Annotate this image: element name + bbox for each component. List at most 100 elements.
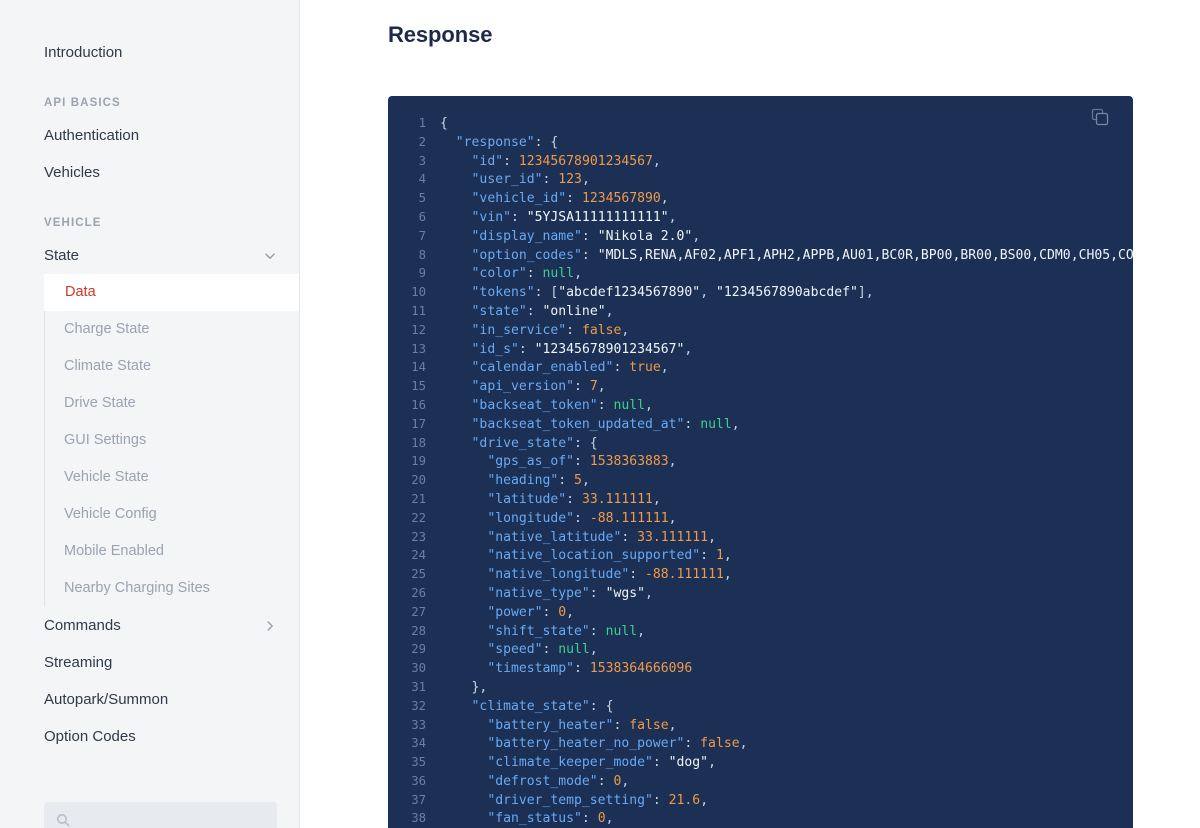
- line-number: 34: [411, 736, 426, 751]
- line-number: 30: [411, 661, 426, 676]
- code-lines[interactable]: 1{2 "response": {3 "id": 123456789012345…: [388, 114, 1133, 828]
- code-line: 8 "option_codes": "MDLS,RENA,AF02,APF1,A…: [388, 246, 1133, 265]
- code-line: 11 "state": "online",: [388, 302, 1133, 321]
- copy-icon[interactable]: [1091, 108, 1113, 130]
- line-content: {: [440, 116, 448, 131]
- line-number: 38: [411, 811, 426, 826]
- code-line: 27 "power": 0,: [388, 603, 1133, 622]
- line-number: 3: [418, 153, 426, 168]
- chevron-right-icon[interactable]: [263, 619, 277, 633]
- line-content: "option_codes": "MDLS,RENA,AF02,APF1,APH…: [471, 247, 1133, 263]
- line-content: "latitude": 33.111111,: [487, 491, 661, 507]
- sidebar-item-introduction[interactable]: Introduction: [0, 34, 299, 71]
- line-number: 15: [411, 379, 426, 394]
- line-content: "api_version": 7,: [471, 379, 606, 395]
- line-number: 7: [418, 228, 426, 243]
- line-content: "native_location_supported": 1,: [487, 548, 732, 564]
- line-content: "shift_state": null,: [487, 623, 646, 639]
- sidebar-item-label: Autopark/Summon: [44, 691, 169, 708]
- line-content: "tokens": ["abcdef1234567890", "12345678…: [471, 285, 874, 301]
- sidebar-item-label: Option Codes: [44, 728, 136, 745]
- response-code-block: 1{2 "response": {3 "id": 123456789012345…: [388, 96, 1133, 828]
- chevron-down-icon[interactable]: [263, 249, 277, 263]
- line-number: 12: [411, 322, 426, 337]
- sidebar-subitem-gui-settings[interactable]: GUI Settings: [45, 422, 299, 459]
- code-line: 23 "native_latitude": 33.111111,: [388, 528, 1133, 547]
- line-content: "native_longitude": -88.111111,: [487, 567, 732, 583]
- code-line: 34 "battery_heater_no_power": false,: [388, 734, 1133, 753]
- search-icon: [56, 813, 70, 828]
- code-line: 15 "api_version": 7,: [388, 377, 1133, 396]
- sidebar-subitem-climate-state[interactable]: Climate State: [45, 348, 299, 385]
- line-content: "drive_state": {: [471, 435, 598, 451]
- code-line: 12 "in_service": false,: [388, 321, 1133, 340]
- code-line: 25 "native_longitude": -88.111111,: [388, 565, 1133, 584]
- line-content: "defrost_mode": 0,: [487, 773, 630, 789]
- sidebar-subitem-charge-state[interactable]: Charge State: [45, 311, 299, 348]
- code-line: 14 "calendar_enabled": true,: [388, 358, 1133, 377]
- sidebar-item-authentication[interactable]: Authentication: [0, 117, 299, 154]
- line-number: 10: [411, 285, 426, 300]
- line-content: "fan_status": 0,: [487, 811, 614, 827]
- page-title: Response: [388, 22, 493, 47]
- sidebar-subitem-vehicle-state[interactable]: Vehicle State: [45, 459, 299, 496]
- line-number: 8: [418, 247, 426, 262]
- sidebar-item-label: State: [44, 247, 80, 264]
- line-content: },: [440, 679, 488, 695]
- line-content: "longitude": -88.111111,: [487, 510, 677, 526]
- main-content: Response 1{2 "response": {3 "id": 123456…: [300, 0, 1200, 828]
- code-line: 32 "climate_state": {: [388, 697, 1133, 716]
- code-line: 22 "longitude": -88.111111,: [388, 509, 1133, 528]
- sidebar-subitem-drive-state[interactable]: Drive State: [45, 385, 299, 422]
- sidebar-item-autopark-summon[interactable]: Autopark/Summon: [0, 681, 299, 718]
- line-number: 26: [411, 585, 426, 600]
- code-line: 19 "gps_as_of": 1538363883,: [388, 452, 1133, 471]
- sidebar-section-api-basics: API BASICS: [44, 97, 121, 109]
- code-line: 24 "native_location_supported": 1,: [388, 546, 1133, 565]
- line-number: 4: [418, 172, 426, 187]
- code-line: 37 "driver_temp_setting": 21.6,: [388, 791, 1133, 810]
- line-content: "backseat_token_updated_at": null,: [471, 416, 740, 432]
- sidebar-submenu-state: Data Charge State Climate State Drive State…: [44, 274, 299, 607]
- sidebar-item-option-codes[interactable]: Option Codes: [0, 718, 299, 755]
- line-content: "display_name": "Nikola 2.0",: [471, 228, 701, 244]
- sidebar-search[interactable]: [44, 802, 277, 828]
- line-content: "native_type": "wgs",: [487, 585, 653, 601]
- sidebar-subitem-data[interactable]: Data: [44, 274, 299, 311]
- line-content: "vin": "5YJSA11111111111",: [471, 209, 677, 225]
- code-line: 28 "shift_state": null,: [388, 622, 1133, 641]
- line-number: 5: [418, 191, 426, 206]
- sidebar-item-state[interactable]: State: [0, 237, 299, 274]
- line-number: 31: [411, 679, 426, 694]
- line-number: 19: [411, 454, 426, 469]
- code-line: 17 "backseat_token_updated_at": null,: [388, 415, 1133, 434]
- line-number: 18: [411, 435, 426, 450]
- code-line: 3 "id": 12345678901234567,: [388, 152, 1133, 171]
- app-root: Introduction API BASICS Authentication Vehi…: [0, 0, 1200, 828]
- line-number: 35: [411, 755, 426, 770]
- line-number: 37: [411, 792, 426, 807]
- sidebar-subitem-vehicle-config[interactable]: Vehicle Config: [45, 496, 299, 533]
- code-line: 7 "display_name": "Nikola 2.0",: [388, 227, 1133, 246]
- sidebar-subitem-mobile-enabled[interactable]: Mobile Enabled: [45, 533, 299, 570]
- line-content: "state": "online",: [471, 303, 614, 319]
- line-content: "backseat_token": null,: [471, 397, 653, 413]
- code-line: 36 "defrost_mode": 0,: [388, 772, 1133, 791]
- sidebar-item-label: Vehicles: [44, 164, 100, 181]
- line-number: 22: [411, 510, 426, 525]
- sidebar-subitem-nearby-charging-sites[interactable]: Nearby Charging Sites: [45, 570, 299, 607]
- line-content: "id_s": "12345678901234567",: [471, 341, 693, 357]
- line-content: "battery_heater_no_power": false,: [487, 736, 748, 752]
- line-number: 2: [418, 134, 426, 149]
- sidebar: Introduction API BASICS Authentication Vehi…: [0, 0, 300, 828]
- code-line: 16 "backseat_token": null,: [388, 396, 1133, 415]
- code-line: 33 "battery_heater": false,: [388, 716, 1133, 735]
- line-content: "driver_temp_setting": 21.6,: [487, 792, 709, 808]
- line-number: 17: [411, 416, 426, 431]
- sidebar-item-commands[interactable]: Commands: [0, 607, 299, 644]
- code-line: 21 "latitude": 33.111111,: [388, 490, 1133, 509]
- sidebar-item-vehicles[interactable]: Vehicles: [0, 154, 299, 191]
- sidebar-item-streaming[interactable]: Streaming: [0, 644, 299, 681]
- line-content: "timestamp": 1538364666096: [487, 661, 693, 677]
- code-line: 1{: [388, 114, 1133, 133]
